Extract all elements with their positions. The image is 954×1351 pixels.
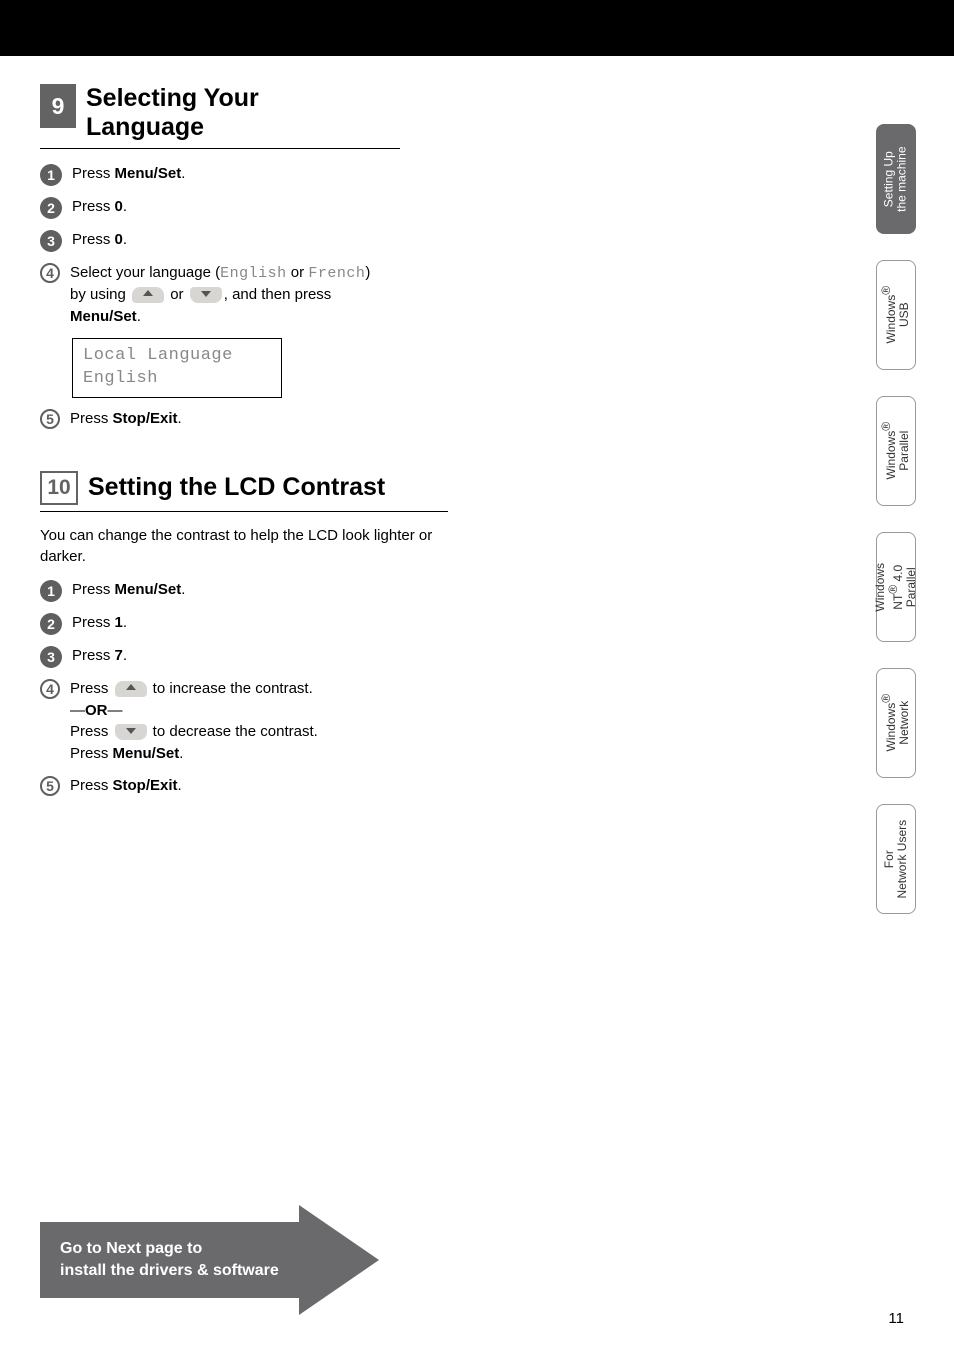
lcd-line-2: English bbox=[83, 368, 271, 391]
s10-step-2-text: Press 1. bbox=[72, 612, 127, 634]
divider bbox=[40, 148, 400, 149]
bullet-2: 2 bbox=[40, 613, 62, 635]
next-page-banner: Go to Next page toinstall the drivers & … bbox=[40, 1205, 379, 1315]
s9-step-4-text: Select your language (English or French)… bbox=[70, 262, 370, 328]
s10-step-4: 4 Press to increase the contrast. —OR— P… bbox=[40, 678, 440, 765]
s9-step-1-text: Press Menu/Set. bbox=[72, 163, 185, 185]
page-body: 9 Selecting Your Language 1 Press Menu/S… bbox=[0, 56, 954, 1351]
section-number-10: 10 bbox=[40, 471, 78, 505]
s10-step-4-text: Press to increase the contrast. —OR— Pre… bbox=[70, 678, 318, 765]
up-key-icon bbox=[115, 681, 147, 697]
s10-step-1-text: Press Menu/Set. bbox=[72, 579, 185, 601]
main-content: 9 Selecting Your Language 1 Press Menu/S… bbox=[0, 56, 440, 797]
s9-step-2: 2 Press 0. bbox=[40, 196, 440, 219]
s10-step-3-text: Press 7. bbox=[72, 645, 127, 667]
down-key-icon bbox=[115, 724, 147, 740]
bullet-3: 3 bbox=[40, 230, 62, 252]
arrow-right-icon bbox=[299, 1205, 379, 1315]
divider bbox=[40, 511, 448, 512]
section-10-header: 10 Setting the LCD Contrast bbox=[40, 471, 440, 505]
section-number-9: 9 bbox=[40, 84, 76, 128]
bullet-4: 4 bbox=[40, 679, 60, 699]
section-9-title-line2: Language bbox=[86, 113, 204, 141]
up-key-icon bbox=[132, 287, 164, 303]
banner-text: Go to Next page toinstall the drivers & … bbox=[40, 1222, 300, 1297]
tab-windows-parallel[interactable]: Windows®Parallel bbox=[876, 396, 916, 506]
page-number: 11 bbox=[888, 1310, 904, 1327]
section-9-title-line1: Selecting Your bbox=[86, 84, 259, 112]
lcd-display: Local Language English bbox=[72, 338, 282, 398]
s10-step-3: 3 Press 7. bbox=[40, 645, 440, 668]
section-10-intro: You can change the contrast to help the … bbox=[40, 526, 440, 567]
s9-step-3: 3 Press 0. bbox=[40, 229, 440, 252]
s9-step-4: 4 Select your language (English or Frenc… bbox=[40, 262, 440, 328]
bullet-3: 3 bbox=[40, 646, 62, 668]
tab-setting-up[interactable]: Setting Upthe machine bbox=[876, 124, 916, 234]
tab-network-users[interactable]: ForNetwork Users bbox=[876, 804, 916, 914]
tab-windows-usb[interactable]: Windows®USB bbox=[876, 260, 916, 370]
bullet-2: 2 bbox=[40, 197, 62, 219]
tab-windows-nt[interactable]: WindowsNT® 4.0Parallel bbox=[876, 532, 916, 642]
down-key-icon bbox=[190, 287, 222, 303]
bullet-5: 5 bbox=[40, 409, 60, 429]
s9-step-5-text: Press Stop/Exit. bbox=[70, 408, 182, 430]
bullet-1: 1 bbox=[40, 580, 62, 602]
bullet-1: 1 bbox=[40, 164, 62, 186]
tab-windows-network[interactable]: Windows®Network bbox=[876, 668, 916, 778]
s10-step-2: 2 Press 1. bbox=[40, 612, 440, 635]
s9-step-1: 1 Press Menu/Set. bbox=[40, 163, 440, 186]
bullet-4: 4 bbox=[40, 263, 60, 283]
side-tabs: Setting Upthe machine Windows®USB Window… bbox=[876, 124, 916, 914]
section-10-title: Setting the LCD Contrast bbox=[88, 473, 385, 501]
section-9-title: Selecting Your Language bbox=[86, 84, 259, 142]
s9-step-5: 5 Press Stop/Exit. bbox=[40, 408, 440, 430]
s10-step-1: 1 Press Menu/Set. bbox=[40, 579, 440, 602]
lcd-line-1: Local Language bbox=[83, 345, 271, 368]
top-black-bar bbox=[0, 0, 954, 56]
s9-step-3-text: Press 0. bbox=[72, 229, 127, 251]
s10-step-5: 5 Press Stop/Exit. bbox=[40, 775, 440, 797]
section-9-header: 9 Selecting Your Language bbox=[40, 84, 440, 142]
bullet-5: 5 bbox=[40, 776, 60, 796]
s10-step-5-text: Press Stop/Exit. bbox=[70, 775, 182, 797]
s9-step-2-text: Press 0. bbox=[72, 196, 127, 218]
